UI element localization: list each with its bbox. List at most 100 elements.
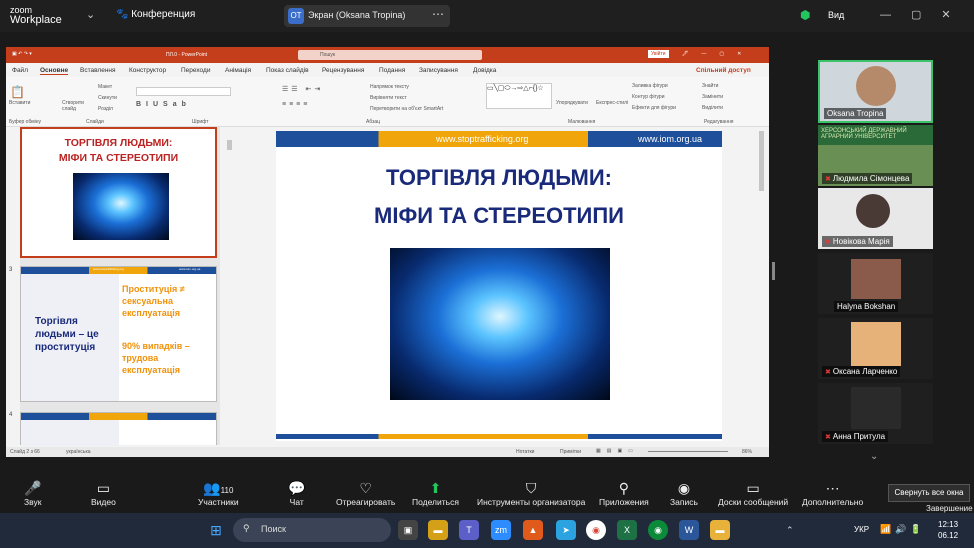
shape-outline-button[interactable]: Контур фігури [632, 94, 664, 100]
host-tools-button[interactable]: ⛉ Инструменты организатора [477, 479, 585, 507]
share-button[interactable]: Спільний доступ [696, 67, 751, 74]
apps-button[interactable]: ⚲ Приложения [599, 479, 649, 507]
layout-button[interactable]: Макет [98, 84, 112, 90]
ppt-search-input[interactable]: Пошук [298, 50, 482, 60]
slide-thumbnail-pane: ТОРГІВЛЯ ЛЮДЬМИ: МІФИ ТА СТЕРЕОТИПИ 3 ww… [9, 127, 220, 446]
participant-tile[interactable]: Halyna Bokshan [818, 253, 933, 314]
language-indicator[interactable]: українська [66, 449, 91, 455]
participant-tile[interactable]: Oksana Tropina [818, 60, 933, 123]
slide-number: 4 [9, 412, 13, 418]
file-explorer-icon[interactable]: ▬ [428, 520, 448, 540]
new-slide-button[interactable]: Створити слайд [62, 100, 90, 112]
chrome-icon[interactable]: ◉ [586, 520, 606, 540]
whiteboards-button[interactable]: ▭ Доски сообщений [718, 479, 788, 507]
align-buttons[interactable]: ≡≡≡≡ [282, 101, 310, 108]
list-buttons[interactable]: ☰☰ ⇤⇥ [282, 85, 323, 93]
sign-in-button[interactable]: Увійти [648, 50, 669, 58]
audio-button[interactable]: 🎤 Звук [24, 479, 41, 507]
notes-button[interactable]: Нотатки [516, 449, 534, 455]
participant-tile[interactable]: ✖ Оксана Ларченко [818, 318, 933, 379]
arrange-button[interactable]: Упорядкувати [556, 100, 588, 106]
menu-insert[interactable]: Вставлення [80, 67, 116, 74]
mic-off-icon: 🎤 [24, 480, 42, 496]
menu-transitions[interactable]: Переходи [181, 67, 210, 74]
menu-help[interactable]: Довідка [473, 67, 496, 74]
more-button[interactable]: ⋯ Дополнительно [802, 479, 863, 507]
zoom-app-icon[interactable]: zm [491, 520, 511, 540]
quick-access-icons[interactable]: ▣ ↶ ↷ ▾ [12, 51, 32, 57]
windows-start-icon[interactable]: ⊞ [206, 520, 226, 540]
share-screen-button[interactable]: ⬆ Поделиться [412, 479, 459, 507]
find-button[interactable]: Знайти [702, 83, 718, 89]
folder-icon[interactable]: ▬ [710, 520, 730, 540]
app-icon[interactable]: ▲ [523, 520, 543, 540]
menu-view[interactable]: Подання [379, 67, 405, 74]
input-language[interactable]: УКР [854, 525, 869, 534]
shape-fill-button[interactable]: Заливка фігури [632, 83, 668, 89]
shapes-gallery[interactable]: ▭╲▢⬭→⇨△⌐{}☆ [486, 83, 552, 109]
tray-chevron-icon[interactable]: ⌃ [786, 525, 794, 536]
menu-animation[interactable]: Анімація [225, 67, 251, 74]
taskbar-search[interactable]: ⚲ Поиск [233, 518, 391, 542]
participant-tile[interactable]: ✖ Новікова Марія [818, 188, 933, 249]
align-text-button[interactable]: Вирівняти текст [370, 95, 407, 101]
thumbnail-scrollbar[interactable] [227, 140, 232, 150]
reactions-button[interactable]: ♡ Отреагировать [336, 479, 395, 507]
chevron-down-icon[interactable]: ⌄ [86, 8, 95, 21]
word-icon[interactable]: W [679, 520, 699, 540]
participant-tile[interactable]: ХЕРСОНСЬКИЙ ДЕРЖАВНИЙ АГРАРНИЙ УНІВЕРСИТ… [818, 125, 933, 186]
screen-share-pill[interactable]: OT Экран (Oksana Tropina) ⋯ [284, 5, 450, 27]
menu-file[interactable]: Файл [12, 67, 28, 74]
excel-icon[interactable]: X [617, 520, 637, 540]
slide-thumbnail-4[interactable] [20, 412, 217, 446]
font-format-buttons[interactable]: BIUSab [136, 101, 191, 108]
smartart-button[interactable]: Перетворити на об'єкт SmartArt [370, 106, 443, 112]
zoom-level[interactable]: 86% [742, 449, 752, 455]
select-button[interactable]: Виділити [702, 105, 723, 111]
video-button[interactable]: ▭ Видео [91, 479, 116, 507]
task-view-icon[interactable]: ▣ [398, 520, 418, 540]
window-controls[interactable]: —▢✕ [880, 8, 971, 21]
slide-thumbnail-2[interactable]: ТОРГІВЛЯ ЛЮДЬМИ: МІФИ ТА СТЕРЕОТИПИ [20, 127, 217, 258]
record-button[interactable]: ◉ Запись [670, 479, 698, 507]
zoom-slider[interactable] [648, 451, 728, 452]
shield-icon[interactable]: ⬢ [800, 8, 810, 22]
more-options-icon[interactable]: ⋯ [432, 7, 444, 21]
chat-button[interactable]: 💬 Чат [288, 479, 305, 507]
text-direction-button[interactable]: Напрямок тексту [370, 84, 409, 90]
slide-scrollbar[interactable] [759, 131, 764, 191]
menu-record[interactable]: Записування [419, 67, 458, 74]
shape-effects-button[interactable]: Ефекти для фігури [632, 105, 676, 111]
quick-styles-button[interactable]: Експрес-стилі [596, 100, 628, 106]
comments-button[interactable]: Примітки [560, 449, 581, 455]
end-button[interactable]: Завершение [926, 504, 973, 513]
taskbar-clock[interactable]: 12:13 06.12 [938, 519, 958, 541]
main-slide-canvas[interactable]: www.stoptrafficking.org www.iom.org.ua Т… [276, 131, 722, 441]
reset-button[interactable]: Скинути [98, 95, 117, 101]
slide-thumbnail-3[interactable]: www.stoptrafficking.org www.iom.org.ua Т… [20, 266, 217, 402]
menu-design[interactable]: Конструктор [129, 67, 166, 74]
panel-resize-handle[interactable] [772, 262, 775, 280]
replace-button[interactable]: Замінити [702, 94, 723, 100]
conference-label[interactable]: 🐾 Конференция [116, 9, 195, 20]
view-buttons[interactable]: ▦▤▣▭ [596, 448, 639, 454]
view-button[interactable]: Вид [828, 10, 844, 20]
telegram-icon[interactable]: ➤ [556, 520, 576, 540]
more-icon: ⋯ [825, 480, 840, 496]
ppt-window-controls[interactable]: 🖋—▢✕ [682, 51, 754, 57]
participant-tile[interactable]: ✖ Анна Притула [818, 383, 933, 444]
menu-slideshow[interactable]: Показ слайдів [266, 67, 309, 74]
tray-icons[interactable]: 📶🔊🔋 [880, 524, 926, 535]
menu-review[interactable]: Рецензування [322, 67, 364, 74]
chrome-profile-icon[interactable]: ◉ [648, 520, 668, 540]
scroll-down-icon[interactable]: ⌄ [870, 451, 878, 462]
ppt-ribbon: 📋 Вставити Створити слайд Макет Скинути … [6, 77, 769, 127]
menu-home[interactable]: Основне [40, 67, 69, 75]
participants-button[interactable]: 👥110 Участники [198, 479, 239, 507]
teams-icon[interactable]: T [459, 520, 479, 540]
ppt-doc-title: ПЛ.0 - PowerPoint [166, 52, 208, 58]
font-name-select[interactable] [136, 87, 231, 96]
paste-icon[interactable]: 📋 [10, 85, 25, 99]
section-button[interactable]: Розділ [98, 106, 113, 112]
paste-button[interactable]: Вставити [9, 100, 30, 106]
